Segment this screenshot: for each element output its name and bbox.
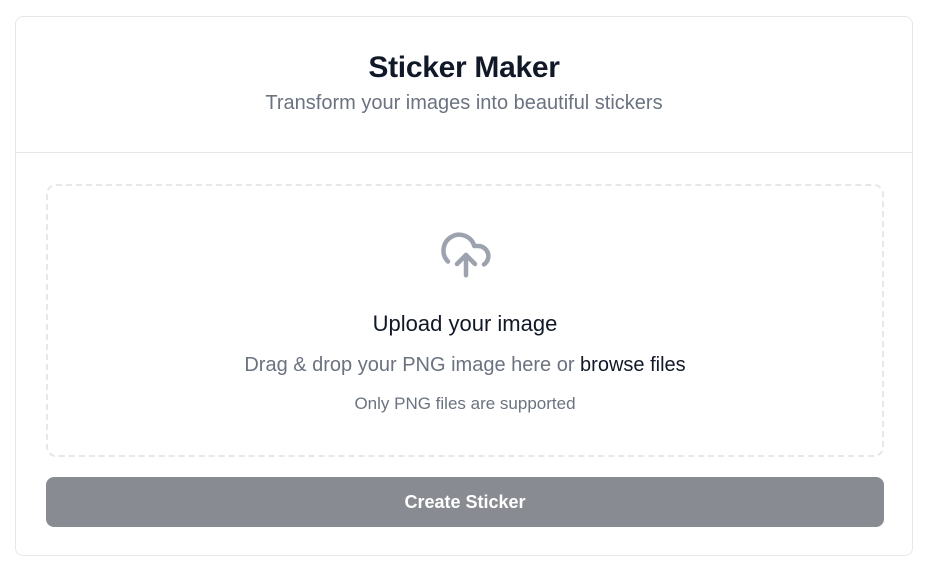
cloud-upload-icon [441,232,491,278]
page-title: Sticker Maker [368,51,560,84]
upload-format-note: Only PNG files are supported [354,394,576,413]
upload-dropzone[interactable]: Upload your image Drag & drop your PNG i… [46,184,884,457]
upload-description-text: Drag & drop your PNG image here or [244,354,581,376]
page-subtitle: Transform your images into beautiful sti… [265,92,663,114]
upload-description: Drag & drop your PNG image here or brows… [48,352,882,378]
sticker-maker-card: Sticker Maker Transform your images into… [15,16,913,556]
create-sticker-button[interactable]: Create Sticker [46,477,884,527]
browse-files-link[interactable]: browse files [580,354,686,376]
upload-title: Upload your image [372,311,558,336]
card-header: Sticker Maker Transform your images into… [16,17,912,153]
